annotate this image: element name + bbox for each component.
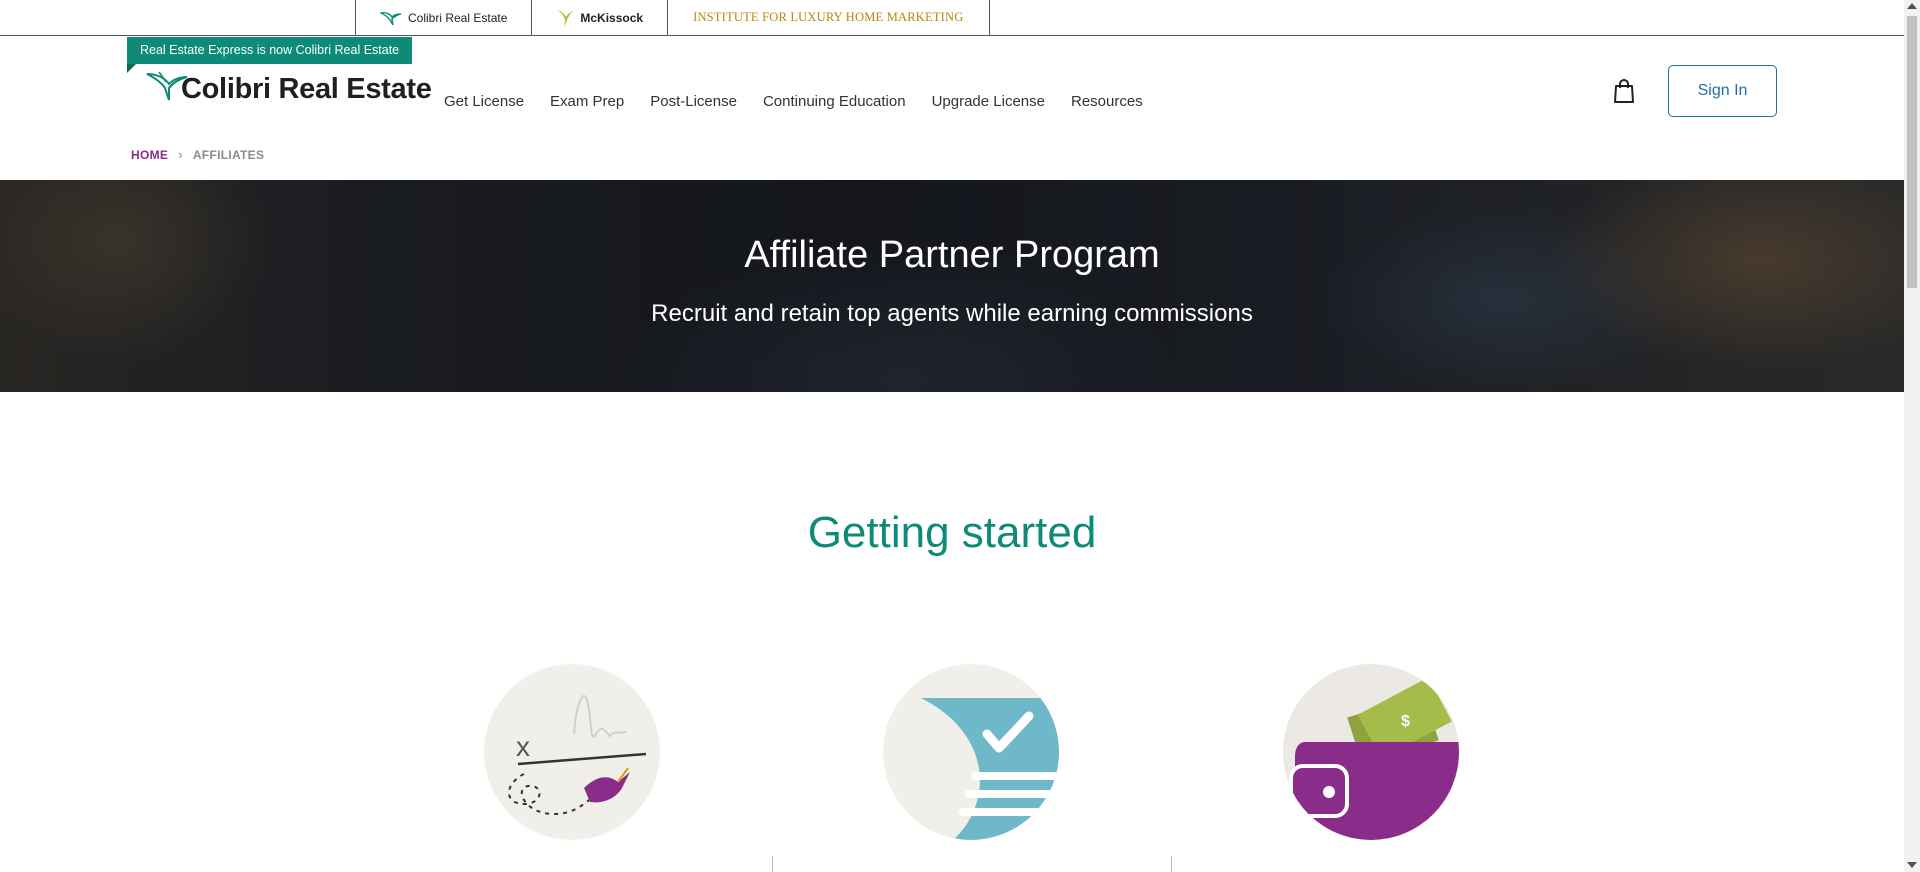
scrollbar-thumb[interactable]	[1907, 16, 1917, 288]
brand-tab-label: Colibri Real Estate	[408, 10, 508, 25]
brand-tab-label: INSTITUTE FOR LUXURY HOME MARKETING	[693, 10, 964, 24]
checklist-document-icon	[883, 664, 1059, 840]
brand-tab-mckissock[interactable]: McKissock	[532, 0, 669, 35]
breadcrumb: HOME › AFFILIATES	[131, 147, 264, 162]
section-title: Getting started	[807, 508, 1097, 557]
svg-text:$: $	[1401, 713, 1410, 730]
nav-item-exam-prep[interactable]: Exam Prep	[550, 93, 624, 110]
chevron-right-icon: ›	[178, 147, 183, 162]
column-divider	[772, 856, 773, 872]
brand-tab-ilhm[interactable]: INSTITUTE FOR LUXURY HOME MARKETING	[668, 0, 990, 35]
shopping-bag-icon	[1614, 78, 1634, 103]
hero-subtitle: Recruit and retain top agents while earn…	[651, 300, 1253, 327]
promo-banner: Real Estate Express is now Colibri Real …	[127, 37, 413, 64]
nav-item-get-license[interactable]: Get License	[444, 93, 524, 110]
promo-banner-notch	[127, 64, 136, 73]
signature-hummingbird-icon: x	[484, 664, 660, 840]
hummingbird-icon	[380, 11, 402, 25]
mckissock-bird-icon	[558, 9, 574, 27]
brand-tab-colibri[interactable]: Colibri Real Estate	[356, 0, 533, 35]
brand-bar: Colibri Real Estate McKissock INSTITUTE …	[0, 0, 1904, 36]
wallet-money-icon: $	[1283, 664, 1459, 840]
site-logo[interactable]: Colibri Real Estate	[145, 68, 432, 104]
logo-text: Colibri Real Estate	[181, 73, 432, 105]
svg-text:x: x	[516, 731, 530, 762]
brand-tabs: Colibri Real Estate McKissock INSTITUTE …	[355, 0, 990, 35]
cart-button[interactable]	[1612, 78, 1636, 104]
nav-item-upgrade-license[interactable]: Upgrade License	[932, 93, 1045, 110]
scroll-up-arrow-icon[interactable]	[1907, 3, 1917, 9]
hero-banner: Affiliate Partner Program Recruit and re…	[0, 180, 1904, 392]
sign-in-button[interactable]: Sign In	[1668, 65, 1777, 117]
hero-title: Affiliate Partner Program	[744, 234, 1160, 276]
breadcrumb-home[interactable]: HOME	[131, 148, 168, 162]
nav-item-continuing-education[interactable]: Continuing Education	[763, 93, 906, 110]
brand-tab-label: McKissock	[580, 10, 644, 25]
site-header: Real Estate Express is now Colibri Real …	[0, 36, 1904, 180]
nav-item-post-license[interactable]: Post-License	[650, 93, 737, 110]
breadcrumb-current: AFFILIATES	[192, 147, 265, 162]
scroll-down-arrow-icon[interactable]	[1907, 862, 1917, 868]
main-nav: Get License Exam Prep Post-License Conti…	[444, 93, 1169, 110]
nav-item-resources[interactable]: Resources	[1071, 93, 1143, 110]
column-divider	[1171, 856, 1172, 872]
